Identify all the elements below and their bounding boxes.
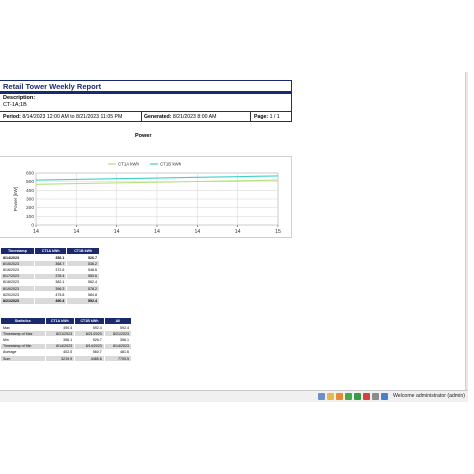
description-value: CT-1A;1B: [3, 102, 27, 108]
add-icon[interactable]: [345, 393, 352, 400]
x-tick-label: 14: [73, 229, 79, 235]
y-tick-label: 100: [26, 214, 34, 220]
x-tick-label: 14: [154, 229, 160, 235]
series-1-point: [75, 178, 77, 180]
welcome-text: Welcome administrator (admin): [393, 393, 465, 399]
report-header: Retail Tower Weekly Report: [0, 80, 292, 94]
column-header: Statistics: [0, 317, 46, 325]
report-viewport: Retail Tower Weekly Report Description: …: [0, 72, 465, 402]
x-tick-label: 14: [33, 229, 39, 235]
settings-icon[interactable]: [372, 393, 379, 400]
period-divider: [141, 112, 142, 122]
legend-label: CT1A kWh: [118, 162, 140, 167]
series-0-point: [116, 182, 118, 184]
y-axis-label: Power [kW]: [13, 187, 19, 212]
series-1-point: [156, 177, 158, 179]
series-0-point: [277, 179, 279, 181]
x-tick-label: 14: [194, 229, 200, 235]
generated-cell: Generated: 8/21/2023 8:00 AM: [144, 114, 216, 120]
x-tick-label: 14: [235, 229, 241, 235]
statistics-table: Statistics CT1A kWh CT1B kWh All Max 490.4 59…: [0, 317, 133, 363]
y-tick-label: 400: [26, 188, 34, 194]
feed-icon[interactable]: [336, 393, 343, 400]
description-box: Description: CT-1A;1B: [0, 94, 292, 112]
series-1-point: [196, 176, 198, 178]
status-bar: Welcome administrator (admin): [0, 390, 468, 402]
chart-title: Power: [135, 133, 152, 139]
table-cell: 490.4: [33, 297, 68, 305]
table-cell: 592.4: [66, 297, 100, 305]
series-1-point: [35, 179, 37, 181]
page-cell: Page: 1 / 1: [254, 114, 280, 120]
help-icon[interactable]: [381, 393, 388, 400]
generated-label: Generated:: [144, 114, 172, 120]
period-label: Period:: [3, 114, 21, 120]
description-label: Description:: [3, 95, 36, 101]
legend-label: CT1B kWh: [160, 162, 182, 167]
power-chart-svg: 0 100 200 300 400 500 600 14 14 14 14 14 14 15 Power […: [13, 162, 281, 235]
period-cell: Period: 8/14/2023 12:00 AM to 8/21/2023 …: [3, 114, 122, 120]
vertical-scrollbar[interactable]: [465, 72, 468, 390]
y-tick-label: 600: [26, 171, 34, 177]
timestamp-table-header: Timestamp CT1A kWh CT1B kWh: [0, 247, 100, 255]
generated-value: 8/21/2023 8:00 AM: [172, 114, 217, 120]
statistics-table-header: Statistics CT1A kWh CT1B kWh All: [0, 317, 133, 325]
refresh-icon[interactable]: [354, 393, 361, 400]
series-1-point: [277, 175, 279, 177]
series-0-point: [156, 181, 158, 183]
series-1-point: [116, 178, 118, 180]
statistics-row: Sum 3219.9 4485.6 7705.5: [0, 354, 133, 363]
table-cell: 7705.5: [103, 354, 133, 363]
stop-icon[interactable]: [363, 393, 370, 400]
column-header: All: [103, 317, 133, 325]
generated-divider: [250, 112, 251, 122]
series-0-point: [196, 180, 198, 182]
x-tick-label: 15: [275, 229, 281, 235]
series-1-point: [237, 176, 239, 178]
table-cell: 4485.6: [74, 354, 105, 363]
page-label: Page:: [254, 114, 269, 120]
power-chart: 0 100 200 300 400 500 600 14 14 14 14 14 14 15 Power […: [0, 156, 292, 238]
period-value: 8/14/2023 12:00 AM to 8/21/2023 11:05 PM: [22, 114, 123, 120]
column-header: CT1B kWh: [66, 247, 100, 255]
timestamp-table: Timestamp CT1A kWh CT1B kWh 8/14/2023 356.1…: [0, 247, 100, 305]
table-cell: 8/21/2023: [0, 297, 35, 305]
y-tick-label: 0: [31, 223, 34, 229]
y-tick-label: 200: [26, 205, 34, 211]
column-header: CT1A kWh: [33, 247, 68, 255]
column-header: Timestamp: [0, 247, 35, 255]
x-tick-label: 14: [114, 229, 120, 235]
home-icon[interactable]: [318, 393, 325, 400]
series-0-point: [75, 183, 77, 185]
report-title: Retail Tower Weekly Report: [3, 82, 102, 91]
star-icon[interactable]: [327, 393, 334, 400]
series-0-point: [237, 180, 239, 182]
column-header: CT1B kWh: [74, 317, 105, 325]
table-cell: 3219.9: [44, 354, 76, 363]
y-tick-label: 300: [26, 197, 34, 203]
series-0-point: [35, 183, 37, 185]
table-cell: Sum: [0, 354, 46, 363]
page-value: 1 / 1: [269, 114, 280, 120]
timestamp-row: 8/21/2023 490.4 592.4: [0, 297, 100, 305]
y-tick-label: 500: [26, 179, 34, 185]
column-header: CT1A kWh: [44, 317, 76, 325]
period-row: Period: 8/14/2023 12:00 AM to 8/21/2023 …: [0, 112, 292, 122]
